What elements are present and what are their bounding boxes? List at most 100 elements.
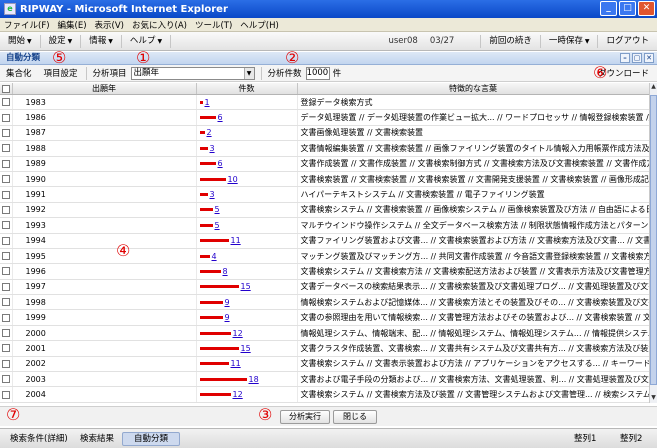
column-header-count[interactable]: 件数 (196, 83, 298, 95)
settings-menu-button[interactable]: 設定 ▼ (41, 34, 82, 48)
count-link[interactable]: 12 (233, 329, 243, 338)
row-checkbox[interactable] (2, 267, 10, 276)
aggregate-button[interactable]: 集合化 (0, 67, 38, 79)
panel-close-button[interactable]: ✕ (644, 53, 654, 63)
table-row[interactable]: 1989 6 文書作成装置 // 文書作成装置 // 文書検索制御方式 // 文書検… (0, 156, 649, 172)
table-row[interactable]: 2003 18 文書および電子手段の分類および... // 文書検索方法、文書処理装… (0, 371, 649, 388)
start-menu-button[interactable]: 開始 ▼ (0, 34, 41, 48)
info-menu-button[interactable]: 情報 ▼ (81, 34, 122, 48)
row-checkbox[interactable] (2, 144, 10, 153)
table-row[interactable]: 1993 5 マルチウインドウ操作システム // 全文データベース検索方法 // 制… (0, 217, 649, 234)
count-link[interactable]: 12 (233, 390, 243, 399)
tab-sort2[interactable]: 整列2 (614, 432, 648, 446)
count-link[interactable]: 10 (228, 175, 238, 184)
panel-minimize-button[interactable]: – (620, 53, 630, 63)
minimize-button[interactable]: _ (600, 1, 617, 16)
menu-file[interactable]: ファイル(F) (4, 19, 50, 31)
count-link[interactable]: 15 (241, 282, 251, 291)
panel-restore-button[interactable]: ▢ (632, 53, 642, 63)
characteristic-words-cell: 文書検索システム // 文書検索方法及び装置 // 文書管理システムおよび文書管… (297, 386, 649, 403)
count-link[interactable]: 6 (218, 159, 223, 168)
table-row[interactable]: 2002 11 文書検索システム // 文書表示装置および方法 // アプリケーショ… (0, 356, 649, 373)
table-row[interactable]: 2000 12 情報処理システム、情報端末、配... // 情報処理システム、情報処… (0, 325, 649, 342)
resume-button[interactable]: 前回の続き (480, 34, 541, 48)
analysis-item-select[interactable]: 出願年 ▼ (130, 66, 255, 80)
menu-tools[interactable]: ツール(T) (195, 19, 232, 31)
scroll-up-icon[interactable]: ▲ (650, 83, 657, 92)
table-row[interactable]: 1998 9 情報検索システムおよび記憶媒体... // 文書検索方法とその装置及び… (0, 294, 649, 311)
count-link[interactable]: 11 (231, 359, 241, 368)
column-header-words[interactable]: 特徴的な言葉 (297, 83, 649, 95)
close-window-button[interactable]: ✕ (638, 1, 655, 16)
table-row[interactable]: 1999 9 文書の参照理由を用いて情報検索... // 文書管理方法およびその装置… (0, 309, 649, 326)
table-row[interactable]: 1994 11 文書ファイリング装置および文書... // 文書検索装置および方法 … (0, 233, 649, 249)
row-checkbox[interactable] (2, 221, 10, 230)
scroll-down-icon[interactable]: ▼ (650, 394, 657, 403)
table-row[interactable]: 1997 15 文書データベースの検索結果表示... // 文書検索装置及び文書処理… (0, 279, 649, 296)
count-link[interactable]: 9 (225, 298, 230, 307)
count-link[interactable]: 11 (231, 236, 241, 245)
row-checkbox[interactable] (2, 252, 10, 261)
count-link[interactable]: 5 (215, 221, 220, 230)
row-checkbox[interactable] (2, 375, 10, 384)
row-checkbox[interactable] (2, 236, 10, 245)
temp-save-button[interactable]: 一時保存 ▼ (541, 34, 599, 48)
table-row[interactable]: 200512情報処理装置及びその制御方法... // 情報処理装置及び方法、並び… (0, 402, 649, 403)
logout-button[interactable]: ログアウト (598, 35, 657, 48)
table-row[interactable]: 1988 3 文書情報編集装置 // 文書検索装置 // 画像ファイリング装置のタイ… (0, 140, 649, 157)
tab-auto-classify[interactable]: 自動分類 (122, 432, 180, 446)
help-menu-button[interactable]: ヘルプ ▼ (122, 34, 172, 48)
row-checkbox[interactable] (2, 175, 10, 184)
tab-sort1[interactable]: 整列1 (568, 432, 602, 446)
row-checkbox[interactable] (2, 344, 10, 353)
row-checkbox[interactable] (2, 113, 10, 122)
count-link[interactable]: 5 (215, 205, 220, 214)
row-checkbox[interactable] (2, 159, 10, 168)
table-scrollbar[interactable]: ▲ ▼ (649, 83, 657, 403)
close-button[interactable]: 閉じる (333, 410, 377, 424)
row-checkbox[interactable] (2, 298, 10, 307)
table-row[interactable]: 1987 2 文書画像処理装置 // 文書検索装置 (0, 125, 649, 142)
menu-edit[interactable]: 編集(E) (58, 19, 87, 31)
table-row[interactable]: 1995 4 マッチング装置及びマッチング方... // 共同文書作成装置 // 今… (0, 248, 649, 265)
tab-search-conditions[interactable]: 検索条件(詳細) (4, 432, 74, 446)
row-checkbox[interactable] (2, 205, 10, 214)
count-link[interactable]: 4 (212, 252, 217, 261)
row-checkbox[interactable] (2, 359, 10, 368)
count-link[interactable]: 1 (205, 98, 210, 107)
count-link[interactable]: 18 (249, 375, 259, 384)
row-checkbox[interactable] (2, 98, 10, 107)
row-checkbox[interactable] (2, 190, 10, 199)
row-checkbox[interactable] (2, 282, 10, 291)
scroll-thumb[interactable] (650, 95, 657, 385)
count-link[interactable]: 8 (223, 267, 228, 276)
table-row[interactable]: 1991 3 ハイパーテキストシステム // 文書検索装置 // 電子ファイリング装… (0, 186, 649, 203)
count-link[interactable]: 3 (210, 190, 215, 199)
table-row[interactable]: 1992 5 文書検索システム // 文書検索装置 // 画像検索システム // 画… (0, 202, 649, 219)
count-link[interactable]: 3 (210, 144, 215, 153)
count-link[interactable]: 2 (207, 128, 212, 137)
row-checkbox[interactable] (2, 329, 10, 338)
maximize-button[interactable]: □ (619, 1, 636, 16)
table-row[interactable]: 1986 6 データ処理装置 // データ処理装置の作業ビュー拡大... // ワー… (0, 109, 649, 126)
item-settings-button[interactable]: 項目設定 (38, 67, 84, 79)
select-all-checkbox[interactable] (2, 84, 10, 93)
tab-search-results[interactable]: 検索結果 (74, 432, 120, 446)
menu-help[interactable]: ヘルプ(H) (240, 19, 279, 31)
count-link[interactable]: 15 (241, 344, 251, 353)
table-row[interactable]: 2001 15 文書クラスタ作成装置、文書検索... // 文書共有システム及び文書… (0, 340, 649, 357)
column-header-year[interactable]: 出願年 (12, 83, 197, 95)
run-analysis-button[interactable]: 分析実行 (280, 410, 330, 424)
count-link[interactable]: 9 (225, 313, 230, 322)
table-row[interactable]: 1996 8 文書検索システム // 文書検索方法 // 文書検索配送方法および装置… (0, 263, 649, 280)
table-row[interactable]: 1990 10 文書検索装置 // 文書検索装置 // 文書検索装置 // 文書開発… (0, 171, 649, 188)
row-checkbox[interactable] (2, 313, 10, 322)
menu-favorites[interactable]: お気に入り(A) (132, 19, 187, 31)
row-checkbox[interactable] (2, 128, 10, 137)
count-link[interactable]: 6 (218, 113, 223, 122)
table-row[interactable]: 2004 12 文書検索システム // 文書検索方法及び装置 // 文書管理システム… (0, 386, 649, 403)
table-row[interactable]: 1983 1 登録データ検索方式 (0, 94, 649, 111)
menu-view[interactable]: 表示(V) (95, 19, 124, 31)
count-input[interactable]: 1000 (305, 66, 330, 80)
row-checkbox[interactable] (2, 390, 10, 399)
